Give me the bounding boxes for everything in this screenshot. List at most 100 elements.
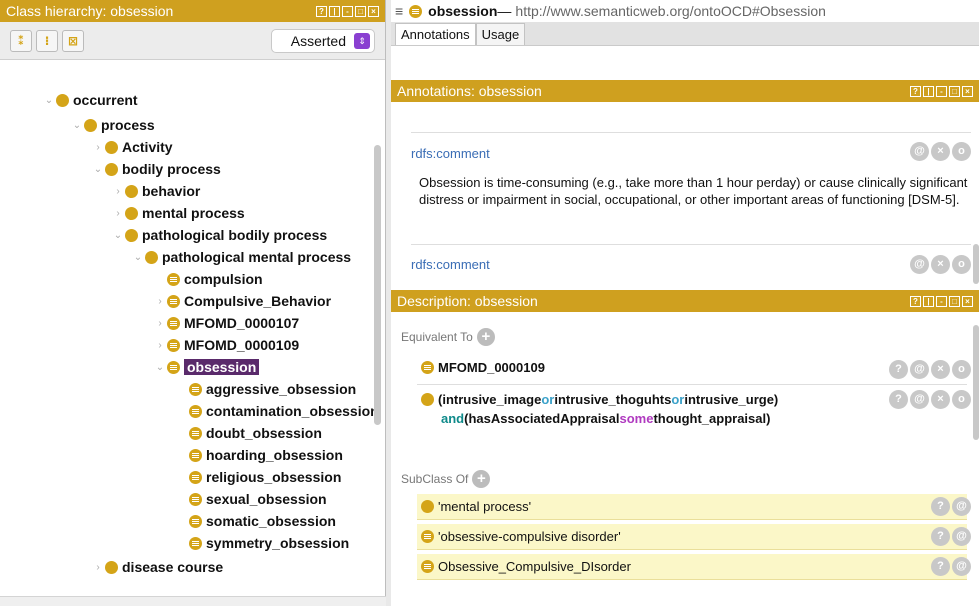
description-scrollbar[interactable] (973, 325, 979, 440)
tree-item-symmetry-obsession[interactable]: symmetry_obsession (175, 532, 349, 554)
collapse-icon[interactable]: › (153, 318, 167, 329)
tree-item-obsession[interactable]: ⌄ obsession (153, 356, 260, 378)
edit-icon[interactable]: o (952, 390, 971, 409)
help-icon[interactable]: ? (931, 497, 950, 516)
defined-class-icon (189, 470, 202, 484)
menu-icon[interactable]: ≡ (395, 3, 403, 19)
tree-item-mfomd-0000107[interactable]: › MFOMD_0000107 (153, 312, 299, 334)
tree-item-bodily-process[interactable]: ⌄ bodily process (91, 158, 221, 180)
expand-icon[interactable]: ⌄ (91, 164, 105, 175)
tree-vertical-scrollbar[interactable] (374, 145, 381, 425)
maximize-icon[interactable]: □ (355, 5, 366, 17)
tree-item-sexual-obsession[interactable]: sexual_obsession (175, 488, 327, 510)
at-icon[interactable]: @ (952, 557, 971, 576)
add-subclass-button[interactable]: ⁑ (10, 29, 32, 52)
tree-item-compulsive-behavior[interactable]: › Compulsive_Behavior (153, 290, 331, 312)
at-icon[interactable]: @ (910, 390, 929, 409)
tree-item-compulsion[interactable]: compulsion (153, 268, 263, 290)
tree-item-religious-obsession[interactable]: religious_obsession (175, 466, 341, 488)
close-icon[interactable]: × (962, 295, 973, 307)
annotation-property-link[interactable]: rdfs:comment (411, 257, 490, 272)
minimize-icon[interactable]: - (342, 5, 353, 17)
help-icon[interactable]: ? (316, 5, 327, 17)
equivalent-to-label: Equivalent To (401, 330, 473, 344)
add-equivalent-button[interactable]: + (476, 328, 495, 346)
tree-item-behavior[interactable]: › behavior (111, 180, 200, 202)
tree-item-disease-course[interactable]: › disease course (91, 556, 223, 578)
class-hierarchy-header: Class hierarchy: obsession ? | - □ × (0, 0, 385, 22)
collapse-icon[interactable]: › (91, 142, 105, 153)
help-icon[interactable]: ? (910, 295, 921, 307)
tree-item-pathological-bodily-process[interactable]: ⌄ pathological bodily process (111, 224, 327, 246)
split-icon[interactable]: | (923, 85, 934, 97)
close-icon[interactable]: × (368, 5, 379, 17)
tree-item-mfomd-0000109[interactable]: › MFOMD_0000109 (153, 334, 299, 356)
tree-item-contamination-obsession[interactable]: contamination_obsession (175, 400, 379, 422)
at-icon[interactable]: @ (910, 142, 929, 161)
minimize-icon[interactable]: - (936, 85, 947, 97)
edit-icon[interactable]: o (952, 255, 971, 274)
add-sibling-button[interactable]: ⁝ (36, 29, 58, 52)
tree-item-hoarding-obsession[interactable]: hoarding_obsession (175, 444, 343, 466)
split-icon[interactable]: | (329, 5, 340, 17)
expand-icon[interactable]: ⌄ (70, 120, 84, 131)
close-icon[interactable]: × (962, 85, 973, 97)
maximize-icon[interactable]: □ (949, 295, 960, 307)
annotation-property-link[interactable]: rdfs:comment (411, 146, 490, 161)
subclass-item[interactable]: 'obsessive-compulsive disorder' (417, 524, 967, 550)
collapse-icon[interactable]: › (153, 296, 167, 307)
equivalent-expression[interactable]: (intrusive_image or intrusive_thoguhts o… (421, 392, 778, 407)
expand-icon[interactable]: ⌄ (111, 230, 125, 241)
tree-item-mental-process[interactable]: › mental process (111, 202, 244, 224)
help-icon[interactable]: ? (931, 527, 950, 546)
help-icon[interactable]: ? (931, 557, 950, 576)
minimize-icon[interactable]: - (936, 295, 947, 307)
help-icon[interactable]: ? (910, 85, 921, 97)
tree-item-process[interactable]: ⌄ process (70, 114, 155, 136)
description-header: Description: obsession ? | - □ × (391, 290, 979, 312)
expand-icon[interactable]: ⌄ (42, 95, 56, 106)
edit-icon[interactable]: o (952, 142, 971, 161)
delete-icon[interactable]: × (931, 360, 950, 379)
tree-item-doubt-obsession[interactable]: doubt_obsession (175, 422, 322, 444)
delete-icon[interactable]: × (931, 255, 950, 274)
edit-icon[interactable]: o (952, 360, 971, 379)
tree-item-activity[interactable]: › Activity (91, 136, 172, 158)
subclass-item[interactable]: 'mental process' (417, 494, 967, 520)
maximize-icon[interactable]: □ (949, 85, 960, 97)
class-dot-icon (421, 393, 434, 406)
annotations-scrollbar[interactable] (973, 244, 979, 284)
tab-usage[interactable]: Usage (475, 23, 526, 45)
hierarchy-mode-select[interactable]: Asserted ⇕ (271, 28, 375, 53)
help-icon[interactable]: ? (889, 360, 908, 379)
at-icon[interactable]: @ (952, 527, 971, 546)
at-icon[interactable]: @ (910, 360, 929, 379)
at-icon[interactable]: @ (910, 255, 929, 274)
at-icon[interactable]: @ (952, 497, 971, 516)
delete-icon[interactable]: × (931, 390, 950, 409)
tree-horizontal-scrollbar[interactable] (0, 596, 386, 606)
equivalent-actions: ? @ × o (889, 360, 971, 379)
subclass-item[interactable]: Obsessive_Compulsive_DIsorder (417, 554, 967, 580)
defined-class-icon (167, 294, 180, 308)
expand-icon[interactable]: ⌄ (131, 252, 145, 263)
add-subclass-of-button[interactable]: + (472, 470, 491, 488)
tree-item-pathological-mental-process[interactable]: ⌄ pathological mental process (131, 246, 351, 268)
tree-item-label: MFOMD_0000109 (184, 337, 300, 353)
collapse-icon[interactable]: › (111, 186, 125, 197)
delete-class-button[interactable]: ⊠ (62, 29, 84, 52)
equivalent-item[interactable]: MFOMD_0000109 (421, 360, 545, 375)
tab-annotations[interactable]: Annotations (395, 23, 476, 45)
help-icon[interactable]: ? (889, 390, 908, 409)
delete-icon[interactable]: × (931, 142, 950, 161)
tree-item-aggressive-obsession[interactable]: aggressive_obsession (175, 378, 356, 400)
split-icon[interactable]: | (923, 295, 934, 307)
defined-class-icon (167, 338, 180, 352)
collapse-icon[interactable]: › (111, 208, 125, 219)
expand-icon[interactable]: ⌄ (153, 362, 167, 373)
tree-item-occurrent[interactable]: ⌄ occurrent (42, 89, 138, 111)
tree-item-somatic-obsession[interactable]: somatic_obsession (175, 510, 336, 532)
collapse-icon[interactable]: › (153, 340, 167, 351)
collapse-icon[interactable]: › (91, 562, 105, 573)
defined-class-icon (189, 492, 202, 506)
